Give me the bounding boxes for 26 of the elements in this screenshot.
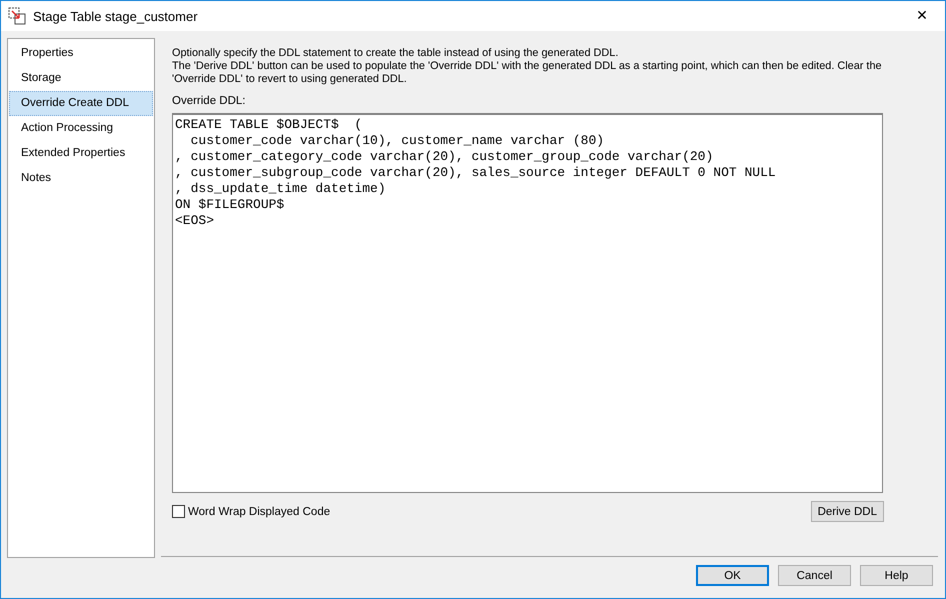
close-button[interactable]: ✕: [899, 1, 945, 31]
sidebar-item[interactable]: Properties: [9, 41, 153, 66]
sidebar-item[interactable]: Override Create DDL: [9, 91, 153, 116]
dialog-button[interactable]: Help: [860, 565, 933, 586]
code-line: CREATE TABLE $OBJECT$ (: [175, 117, 364, 133]
code-line: customer_code varchar(10), customer_name varchar (80): [190, 133, 606, 149]
description-text: Optionally specify the DDL statement to create the table instead of using the generated DDL.: [172, 47, 620, 60]
sidebar-item[interactable]: Storage: [9, 66, 153, 91]
checkbox[interactable]: [172, 505, 185, 518]
code-line: , customer_subgroup_code varchar(20), sales_source integer DEFAULT 0 NOT NULL: [175, 165, 777, 181]
field-label: Override DDL:: [172, 95, 246, 107]
code-line: , customer_category_code varchar(20), customer_group_code varchar(20): [175, 149, 714, 165]
derive-button[interactable]: Derive DDL: [810, 501, 884, 522]
code-line: , dss_update_time datetime): [175, 181, 387, 197]
table-icon: [8, 7, 26, 25]
sidebar-item[interactable]: Notes: [9, 166, 153, 191]
sidebar-item[interactable]: Extended Properties: [9, 141, 153, 166]
checkbox-label: Word Wrap Displayed Code: [188, 506, 330, 518]
code-line: ON $FILEGROUP$: [175, 197, 286, 213]
code-editor[interactable]: [172, 113, 883, 493]
dialog-button[interactable]: Cancel: [778, 565, 851, 586]
dialog-button[interactable]: OK: [696, 565, 769, 586]
description-text: The 'Derive DDL' button can be used to populate the 'Override DDL' with the generated DDL as a starting point, which can then be edited. Clear the 'Override DDL' to revert to using generated DDL.: [172, 60, 883, 86]
code-line: <EOS>: [175, 213, 216, 229]
window-title: Stage Table stage_customer: [33, 8, 199, 24]
sidebar-item[interactable]: Action Processing: [9, 116, 153, 141]
